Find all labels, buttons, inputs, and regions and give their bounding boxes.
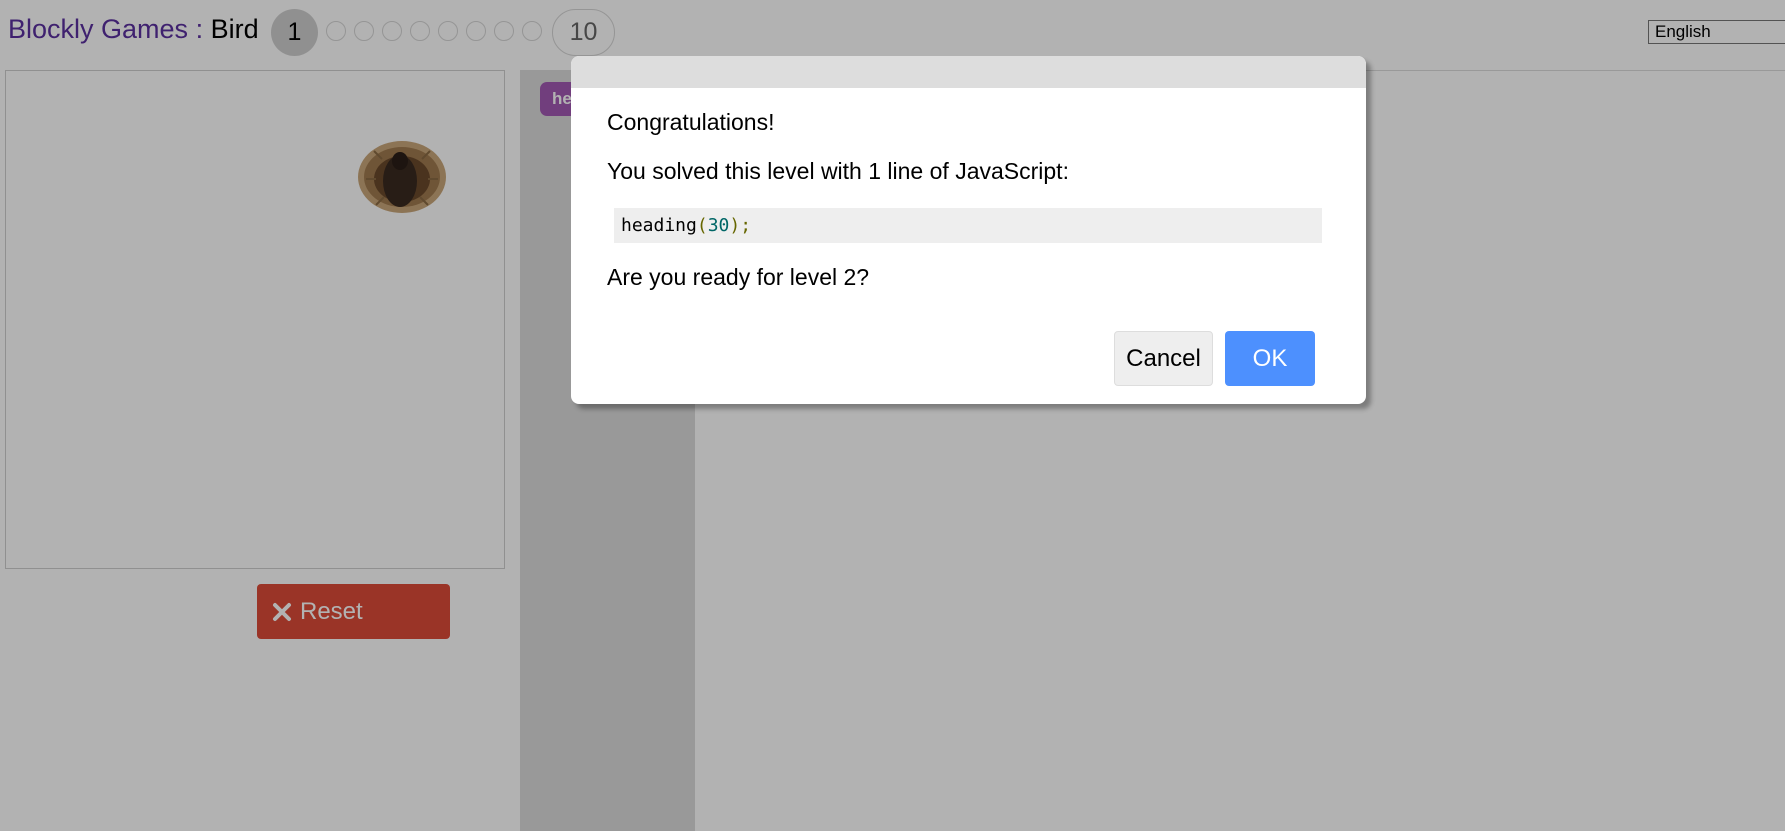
code-argument: 30 — [707, 215, 730, 236]
dialog-header[interactable] — [571, 56, 1366, 88]
code-function: heading — [621, 215, 697, 236]
code-open-paren: ( — [696, 215, 708, 236]
code-snippet: heading(30); — [614, 208, 1322, 243]
dialog-solved-text: You solved this level with 1 line of Jav… — [607, 158, 1069, 184]
dialog-ready-text: Are you ready for level 2? — [607, 264, 870, 290]
dialog-congrats-text: Congratulations! — [607, 109, 775, 135]
congratulations-dialog: Congratulations! You solved this level w… — [571, 56, 1366, 404]
code-close: ); — [729, 215, 752, 236]
ok-button[interactable]: OK — [1225, 331, 1315, 386]
cancel-button[interactable]: Cancel — [1114, 331, 1213, 386]
blockly-games-page: Blockly Games : Bird 1 10 English Reset … — [0, 0, 1785, 831]
